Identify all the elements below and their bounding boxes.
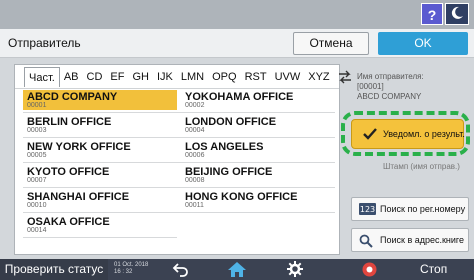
tab-xyz[interactable]: XYZ — [304, 67, 333, 87]
list-item[interactable]: KYOTO OFFICE 00007 — [23, 165, 177, 185]
divider — [23, 187, 335, 188]
tab-cd[interactable]: CD — [83, 67, 107, 87]
page-title: Отправитель — [8, 36, 81, 50]
switch-list-button[interactable] — [337, 68, 353, 86]
time-text: 16 : 32 — [114, 269, 133, 275]
tab-uvw[interactable]: UVW — [271, 67, 305, 87]
list-item[interactable]: HONG KONG OFFICE 00011 — [181, 190, 335, 210]
search-by-number-button[interactable]: 123 Поиск по рег.номеру — [351, 197, 469, 221]
theme-button[interactable] — [445, 3, 469, 25]
datetime: 01 Oct. 2018 16 : 32 — [114, 262, 148, 276]
divider — [23, 137, 335, 138]
list-item[interactable]: NEW YORK OFFICE 00005 — [23, 140, 177, 160]
tab-rst[interactable]: RST — [241, 67, 271, 87]
tab-ab[interactable]: AB — [60, 67, 83, 87]
stop-icon[interactable] — [362, 262, 377, 277]
tab-ef[interactable]: EF — [106, 67, 128, 87]
main-area: Част. AB CD EF GH IJK LMN OPQ RST UVW XY… — [0, 58, 474, 259]
search-by-number-label: Поиск по рег.номеру — [380, 204, 466, 214]
sender-info-number: [00001] — [357, 82, 384, 91]
address-book-panel: Част. AB CD EF GH IJK LMN OPQ RST UVW XY… — [14, 64, 351, 255]
swap-arrows-icon — [338, 70, 351, 83]
stop-button[interactable]: Стоп — [420, 262, 447, 276]
divider — [23, 112, 335, 113]
divider — [23, 212, 335, 213]
tab-opq[interactable]: OPQ — [208, 67, 240, 87]
tab-frequent[interactable]: Част. — [24, 66, 60, 87]
list-item[interactable]: BERLIN OFFICE 00003 — [23, 115, 177, 135]
list-item[interactable]: SHANGHAI OFFICE 00010 — [23, 190, 177, 210]
header-bar: Отправитель Отмена OK — [0, 29, 474, 58]
help-icon: ? — [427, 7, 437, 23]
tab-ijk[interactable]: IJK — [153, 67, 177, 87]
ok-button[interactable]: OK — [378, 32, 468, 55]
list-item[interactable]: LOS ANGELES 00006 — [181, 140, 335, 160]
list-item[interactable]: YOKOHAMA OFFICE 00002 — [181, 90, 335, 110]
svg-text:123: 123 — [360, 205, 375, 214]
gear-icon[interactable] — [287, 261, 303, 277]
sender-info-label: Имя отправителя: — [357, 72, 424, 81]
back-icon[interactable] — [172, 261, 190, 277]
list-item[interactable]: LONDON OFFICE 00004 — [181, 115, 335, 135]
tab-bar: Част. AB CD EF GH IJK LMN OPQ RST UVW XY… — [15, 65, 351, 89]
search-address-book-label: Поиск в адрес.книге — [380, 235, 465, 245]
list-item[interactable]: ABCD COMPANY 00001 — [23, 90, 177, 110]
cancel-button[interactable]: Отмена — [293, 32, 369, 55]
divider — [23, 162, 335, 163]
tab-gh[interactable]: GH — [128, 67, 153, 87]
check-status-button[interactable]: Проверить статус — [0, 259, 108, 280]
top-strip: ? — [0, 0, 474, 29]
tab-lmn[interactable]: LMN — [177, 67, 208, 87]
sender-info: Имя отправителя: [00001] ABCD COMPANY — [357, 72, 467, 102]
moon-icon — [451, 6, 463, 19]
sender-info-name: ABCD COMPANY — [357, 92, 422, 101]
search-address-book-button[interactable]: Поиск в адрес.книге — [351, 228, 469, 252]
highlight-outline — [341, 111, 470, 156]
date-text: 01 Oct. 2018 — [114, 262, 149, 268]
bottom-bar: Проверить статус 01 Oct. 2018 16 : 32 Ст… — [0, 259, 474, 280]
list-item[interactable]: BEIJING OFFICE 00008 — [181, 165, 335, 185]
divider — [23, 237, 177, 238]
home-icon[interactable] — [227, 261, 247, 278]
stamp-sender-name-button[interactable]: Штамп (имя отправ.) — [383, 162, 460, 171]
search-icon — [359, 234, 373, 248]
help-button[interactable]: ? — [421, 3, 443, 25]
list-item[interactable]: OSAKA OFFICE 00014 — [23, 215, 177, 235]
number-123-icon: 123 — [359, 203, 376, 215]
